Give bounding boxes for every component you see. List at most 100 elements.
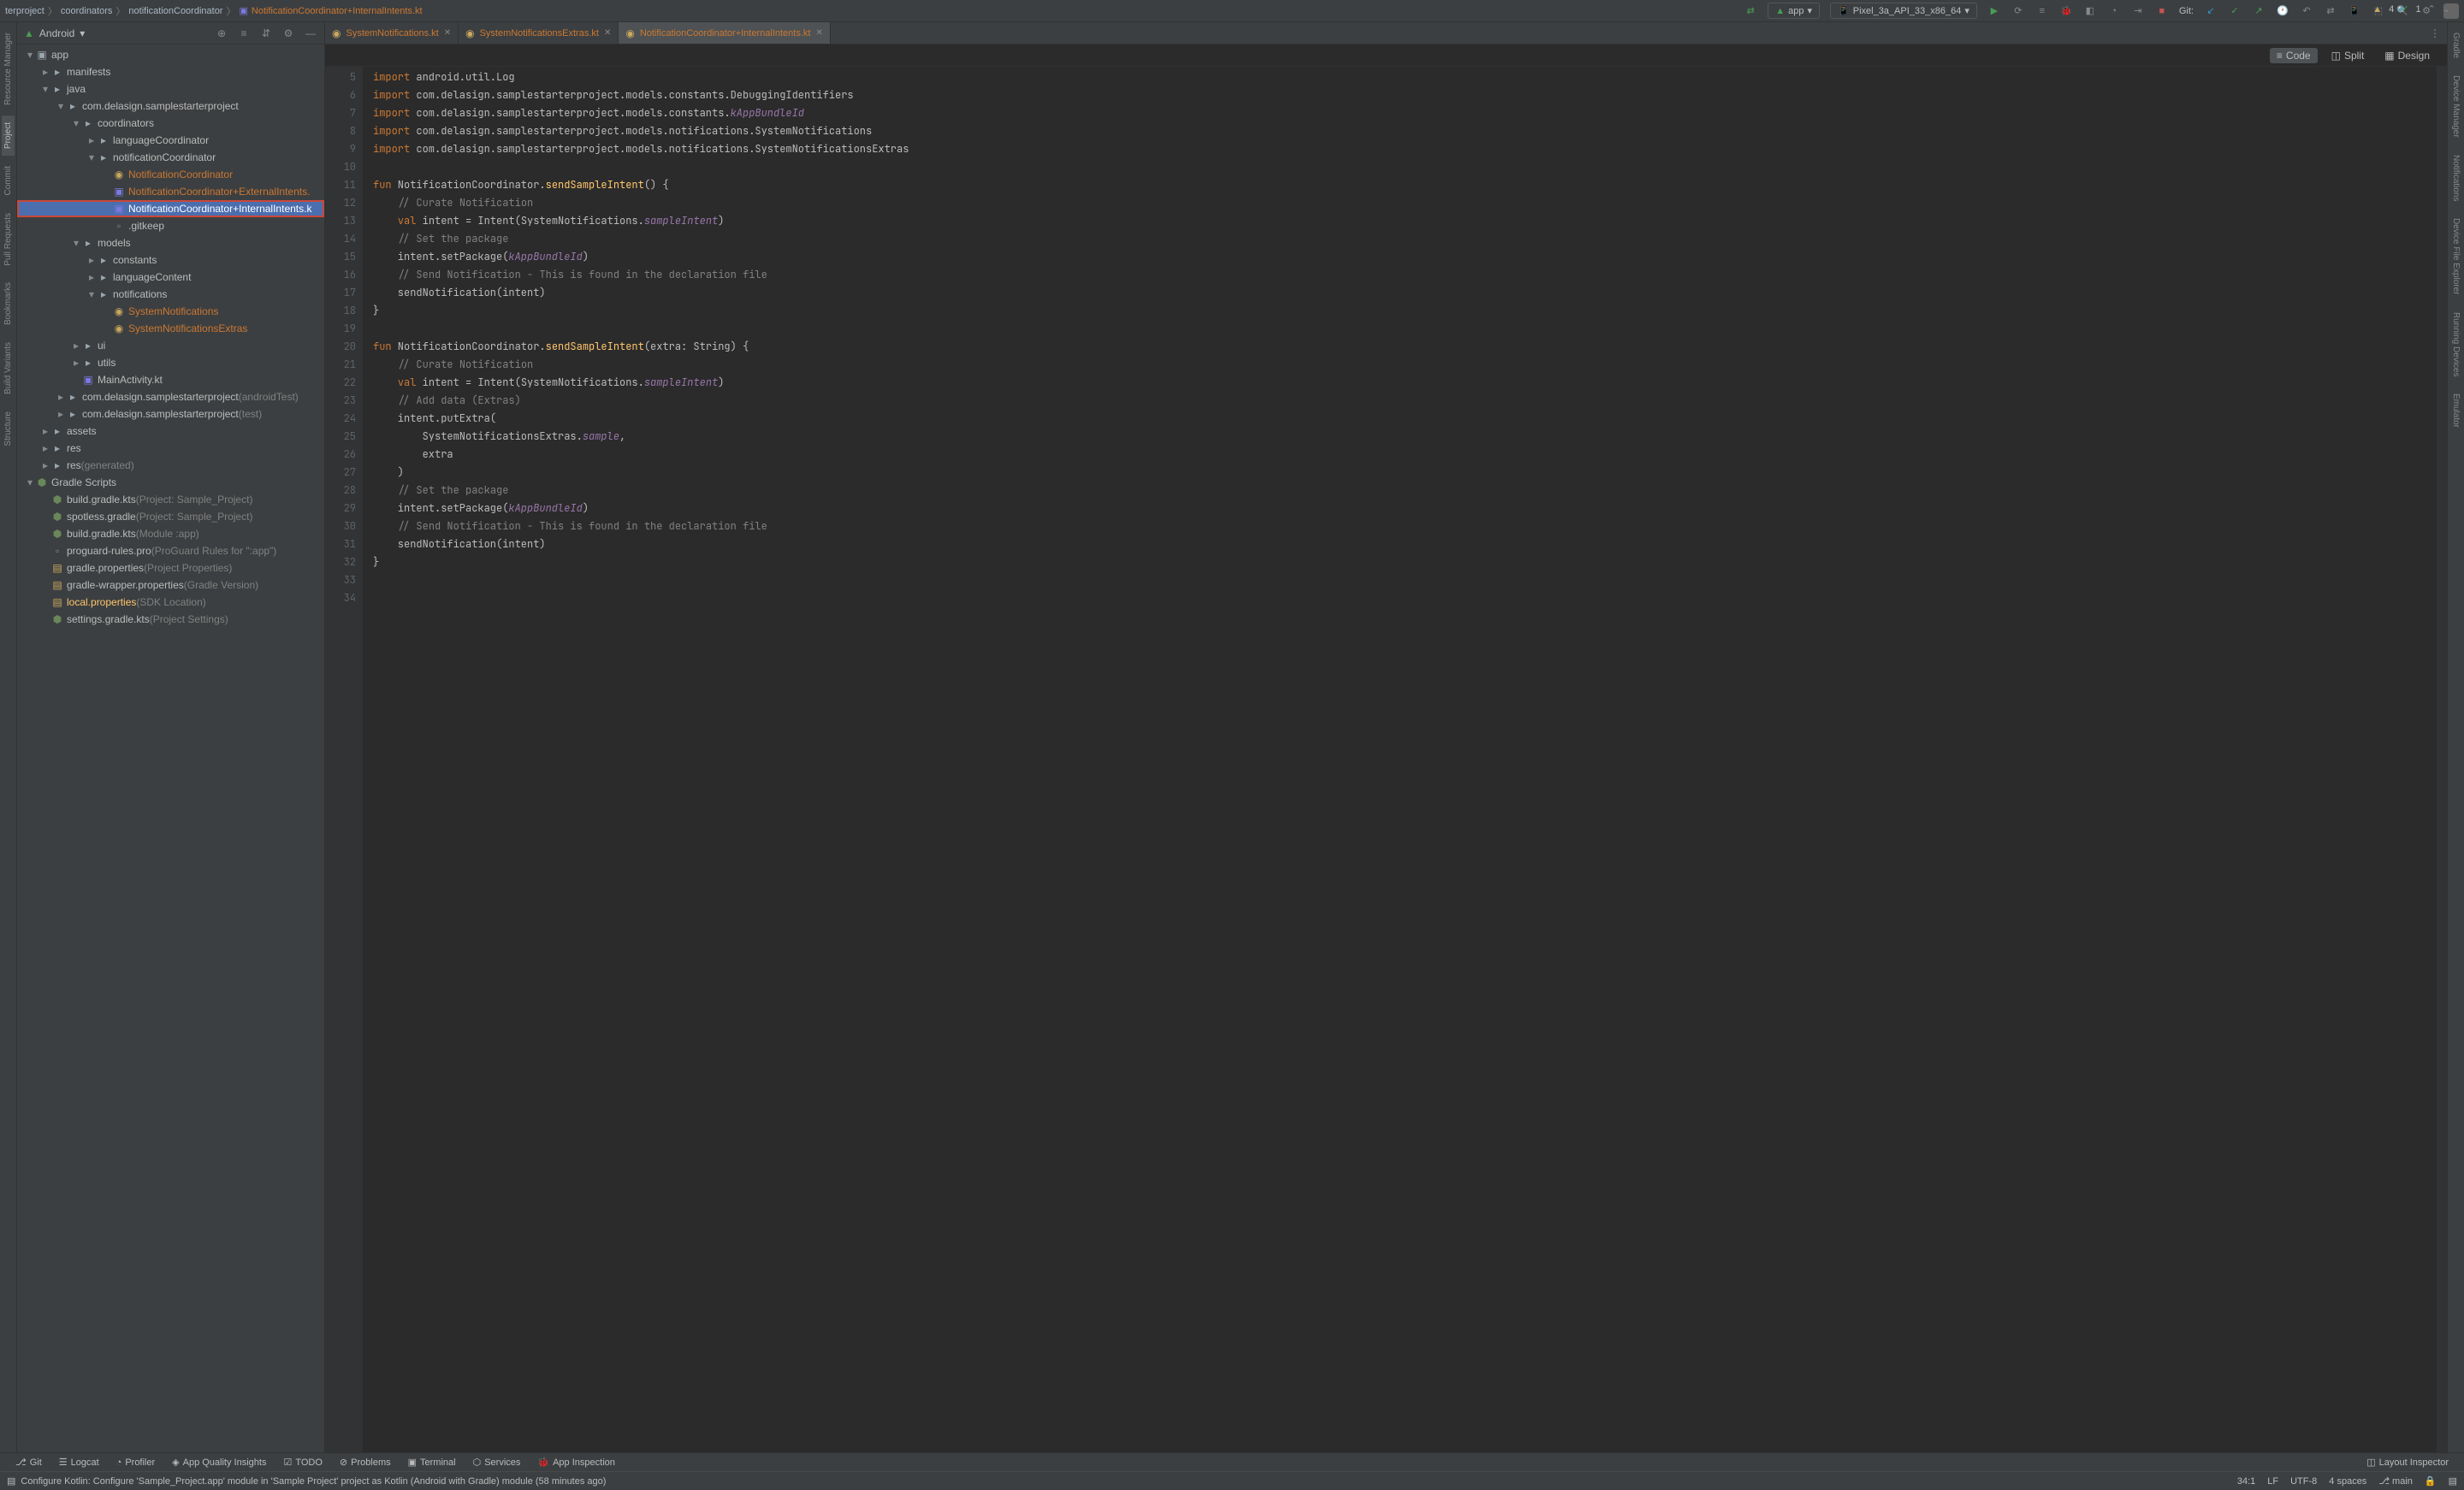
tree-item[interactable]: ⬢ build.gradle.kts (Module :app) [17,525,324,542]
tree-item[interactable]: ▣ NotificationCoordinator+ExternalIntent… [17,183,324,200]
apply-code-changes-icon[interactable]: ≡ [2035,4,2049,18]
tree-item[interactable]: ▸ ▸ languageCoordinator [17,132,324,149]
close-tab-icon[interactable]: ✕ [444,28,451,38]
run-icon[interactable]: ▶ [1987,4,2001,18]
profiler-button[interactable]: ◔ Profiler [108,1457,164,1468]
breadcrumb-item[interactable]: terproject [5,6,44,16]
tree-item[interactable]: ▾ ▸ java [17,80,324,98]
chevron-icon[interactable]: ▾ [26,49,34,61]
left-tool-commit[interactable]: Commit [2,159,15,202]
status-message[interactable]: Configure Kotlin: Configure 'Sample_Proj… [21,1476,606,1487]
editor-tab[interactable]: ◉ SystemNotifications.kt ✕ [325,22,459,44]
tree-item[interactable]: ▾ ▸ coordinators [17,115,324,132]
tree-item[interactable]: ▸ ▸ assets [17,423,324,440]
undo-icon[interactable]: ↶ [2300,4,2313,18]
collapse-icon[interactable]: ⇵ [259,27,273,40]
tree-item[interactable]: ▤ gradle-wrapper.properties (Gradle Vers… [17,576,324,594]
code-line[interactable]: } [373,302,2437,320]
right-tool-gradle[interactable]: Gradle [2449,26,2462,65]
code-line[interactable]: intent.setPackage(kAppBundleId) [373,248,2437,266]
line-number[interactable]: 27 [329,464,356,482]
line-number[interactable]: 16 [329,266,356,284]
problems-button[interactable]: ⊘ Problems [331,1457,400,1468]
code-with-me-icon[interactable]: ⇄ [2324,4,2337,18]
code-line[interactable]: SystemNotificationsExtras.sample, [373,428,2437,446]
profile-icon[interactable]: ◔ [2107,4,2121,18]
code-line[interactable]: import com.delasign.samplestarterproject… [373,104,2437,122]
left-tool-project[interactable]: Project [2,115,15,156]
tree-item[interactable]: ▸ ▸ res [17,440,324,457]
code-line[interactable]: fun NotificationCoordinator.sendSampleIn… [373,176,2437,194]
line-number[interactable]: 26 [329,446,356,464]
git-commit-icon[interactable]: ✓ [2228,4,2242,18]
tree-item[interactable]: ▸ ▸ com.delasign.samplestarterproject (a… [17,388,324,405]
device-manager-icon[interactable]: 📱 [2348,4,2361,18]
line-number[interactable]: 20 [329,338,356,356]
code-line[interactable]: // Send Notification - This is found in … [373,517,2437,535]
code-line[interactable] [373,589,2437,607]
line-number[interactable]: 14 [329,230,356,248]
line-number[interactable]: 19 [329,320,356,338]
line-gutter[interactable]: 5678910111213141516171819202122232425262… [325,67,363,1452]
indent[interactable]: 4 spaces [2329,1476,2366,1487]
right-tool-running-devices[interactable]: Running Devices [2449,305,2462,384]
tree-item[interactable]: ▾ ▸ models [17,234,324,251]
line-number[interactable]: 5 [329,68,356,86]
chevron-icon[interactable]: ▸ [41,425,50,437]
git-toolwindow-button[interactable]: ⎇ Git [7,1457,50,1468]
left-tool-bookmarks[interactable]: Bookmarks [2,275,15,332]
app-quality-button[interactable]: ◈ App Quality Insights [163,1457,275,1468]
code-line[interactable] [373,571,2437,589]
tree-item[interactable]: ◉ NotificationCoordinator [17,166,324,183]
chevron-icon[interactable]: ▸ [87,271,96,283]
close-tab-icon[interactable]: ✕ [604,28,611,38]
branch-indicator[interactable]: ⎇ main [2378,1475,2413,1487]
tree-item[interactable]: ▣ NotificationCoordinator+InternalIntent… [17,200,324,217]
line-number[interactable]: 34 [329,589,356,607]
line-number[interactable]: 11 [329,176,356,194]
line-separator[interactable]: LF [2267,1476,2278,1487]
tab-overflow-icon[interactable]: ⋮ [2423,27,2447,39]
code-line[interactable]: ) [373,464,2437,482]
services-button[interactable]: ⬡ Services [465,1457,530,1468]
editor-tab[interactable]: ◉ NotificationCoordinator+InternalIntent… [619,22,831,44]
line-number[interactable]: 18 [329,302,356,320]
chevron-icon[interactable]: ▾ [41,83,50,95]
left-tool-pull-requests[interactable]: Pull Requests [2,206,15,273]
chevron-icon[interactable]: ▸ [41,442,50,454]
line-number[interactable]: 30 [329,517,356,535]
tree-item[interactable]: ▾ ▸ notificationCoordinator [17,149,324,166]
line-number[interactable]: 22 [329,374,356,392]
code-line[interactable]: // Set the package [373,230,2437,248]
tree-item[interactable]: ▾ ⬢ Gradle Scripts [17,474,324,491]
left-tool-resource-manager[interactable]: Resource Manager [2,26,15,112]
tree-item[interactable]: ▸ ▸ utils [17,354,324,371]
chevron-icon[interactable]: ▾ [87,288,96,300]
tree-item[interactable]: ▾ ▸ com.delasign.samplestarterproject [17,98,324,115]
tree-item[interactable]: ◉ SystemNotificationsExtras [17,320,324,337]
editor-error-stripe[interactable] [2437,67,2447,1452]
attach-debugger-icon[interactable]: ⇥ [2131,4,2145,18]
layout-inspector-button[interactable]: ◫ Layout Inspector [2358,1457,2457,1468]
right-tool-emulator[interactable]: Emulator [2449,387,2462,435]
run-config-dropdown[interactable]: ▲ app ▾ [1768,3,1820,19]
apply-changes-icon[interactable]: ⟳ [2011,4,2025,18]
git-pull-icon[interactable]: ↙ [2204,4,2218,18]
line-number[interactable]: 23 [329,392,356,410]
encoding[interactable]: UTF-8 [2290,1476,2317,1487]
line-number[interactable]: 6 [329,86,356,104]
code-line[interactable]: import com.delasign.samplestarterproject… [373,140,2437,158]
right-tool-device-manager[interactable]: Device Manager [2449,68,2462,145]
tree-item[interactable]: ▸ ▸ res (generated) [17,457,324,474]
code-line[interactable]: sendNotification(intent) [373,535,2437,553]
line-number[interactable]: 31 [329,535,356,553]
tree-item[interactable]: ▤ gradle.properties (Project Properties) [17,559,324,576]
gear-icon[interactable]: ⚙ [281,27,295,40]
code-line[interactable]: import com.delasign.samplestarterproject… [373,122,2437,140]
breadcrumb-item[interactable]: coordinators [61,6,113,16]
line-number[interactable]: 25 [329,428,356,446]
code-line[interactable]: val intent = Intent(SystemNotifications.… [373,212,2437,230]
tree-item[interactable]: ▸ ▸ com.delasign.samplestarterproject (t… [17,405,324,423]
line-number[interactable]: 7 [329,104,356,122]
tree-item[interactable]: ▫ proguard-rules.pro (ProGuard Rules for… [17,542,324,559]
